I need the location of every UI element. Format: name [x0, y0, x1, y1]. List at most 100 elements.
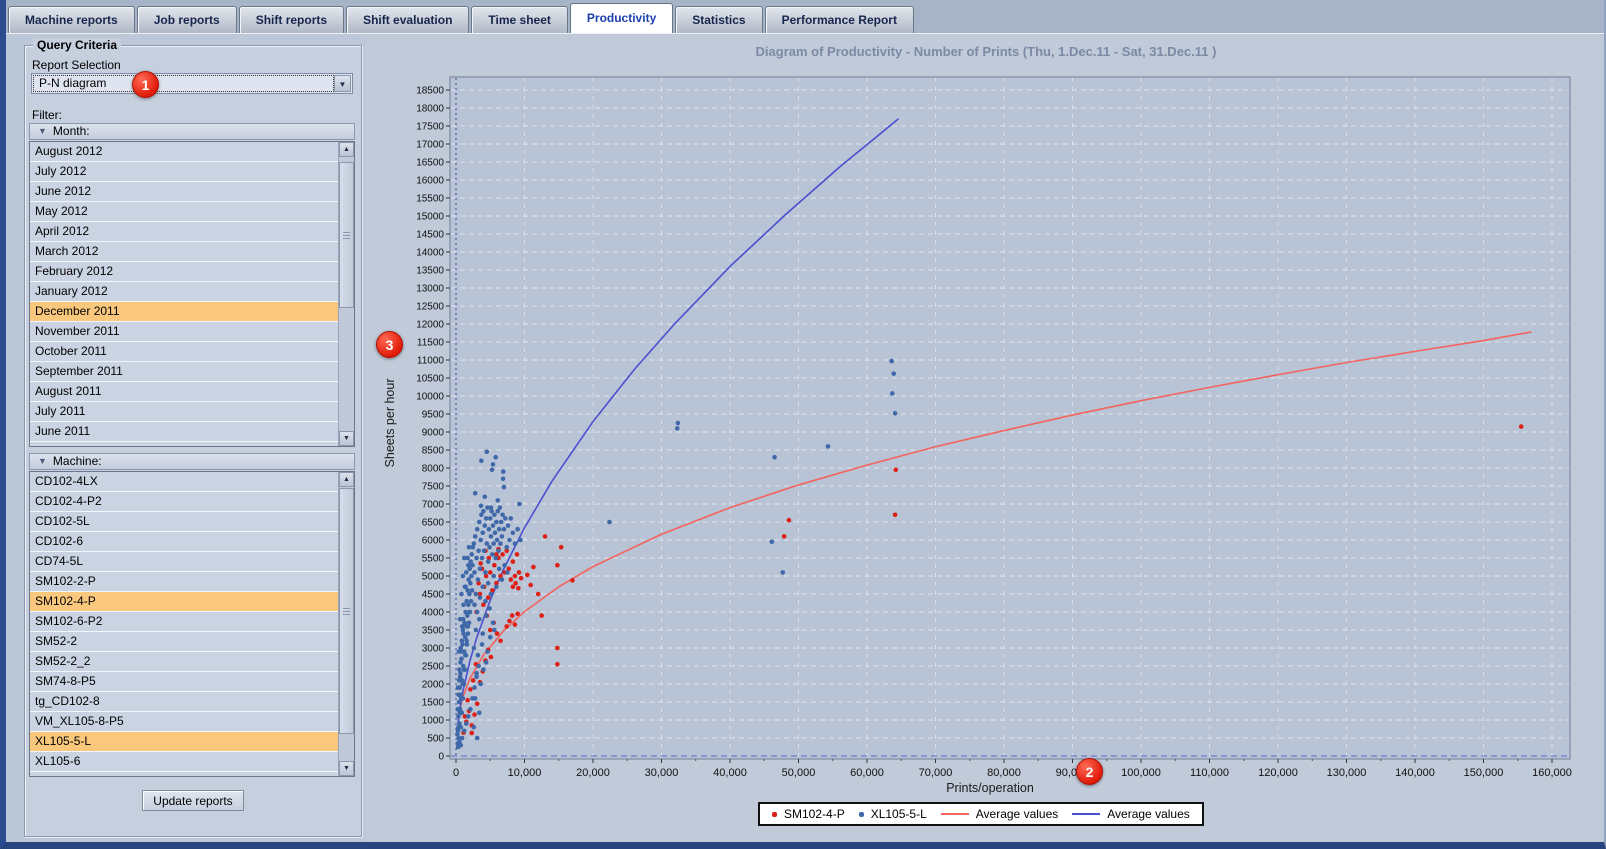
machine-item[interactable]: CD102-4LX [30, 472, 339, 492]
machine-item[interactable]: tg_CD102-8 [30, 692, 339, 712]
scroll-down-arrow-icon[interactable]: ▼ [339, 761, 354, 776]
machine-item[interactable]: SM52-2_2 [30, 652, 339, 672]
machine-item[interactable]: CD74-5L [30, 552, 339, 572]
report-selection-value: P-N diagram [33, 75, 334, 92]
machine-listbox: CD102-4LX CD102-4-P2 CD102-5L CD102-6 CD74-5… [29, 471, 355, 777]
tab-time-sheet[interactable]: Time sheet [471, 6, 568, 33]
month-item[interactable]: March 2012 [30, 242, 339, 262]
svg-text:150,000: 150,000 [1464, 767, 1504, 779]
machine-item[interactable]: XL105-6 [30, 752, 339, 772]
svg-text:2500: 2500 [422, 662, 445, 673]
svg-text:17500: 17500 [416, 122, 444, 133]
svg-text:15000: 15000 [416, 212, 444, 223]
svg-text:18500: 18500 [416, 86, 444, 97]
tab-job-reports[interactable]: Job reports [136, 6, 237, 33]
query-criteria-panel: Query Criteria Report Selection P-N diag… [24, 38, 362, 837]
machine-item[interactable]: XL105-5-L [30, 732, 339, 752]
svg-text:15500: 15500 [416, 194, 444, 205]
callout-badge-2: 2 [1076, 758, 1103, 785]
machine-item[interactable]: SM52-2 [30, 632, 339, 652]
svg-text:3000: 3000 [422, 644, 445, 655]
month-item[interactable]: August 2011 [30, 382, 339, 402]
machine-item[interactable]: CD102-6 [30, 532, 339, 552]
svg-text:4000: 4000 [422, 608, 445, 619]
month-item[interactable]: September 2011 [30, 362, 339, 382]
svg-text:9500: 9500 [422, 410, 445, 421]
month-item[interactable]: December 2011 [30, 302, 339, 322]
legend-label: Average values [975, 807, 1059, 821]
svg-text:20,000: 20,000 [576, 767, 610, 779]
svg-text:80,000: 80,000 [987, 767, 1021, 779]
month-item[interactable]: April 2012 [30, 222, 339, 242]
svg-text:11000: 11000 [417, 356, 445, 367]
content-area: Query Criteria Report Selection P-N diag… [6, 33, 1604, 842]
svg-text:100,000: 100,000 [1121, 767, 1161, 779]
machine-item[interactable]: CD102-4-P2 [30, 492, 339, 512]
svg-text:1000: 1000 [422, 716, 445, 727]
svg-text:0: 0 [453, 767, 459, 779]
x-axis-title: Prints/operation [946, 781, 1034, 795]
svg-text:6000: 6000 [422, 536, 445, 547]
month-item[interactable]: October 2011 [30, 342, 339, 362]
tab-shift-evaluation[interactable]: Shift evaluation [346, 6, 470, 33]
tab-performance-report[interactable]: Performance Report [764, 6, 914, 33]
scroll-up-arrow-icon[interactable]: ▲ [339, 472, 354, 487]
month-item[interactable]: February 2012 [30, 262, 339, 282]
svg-text:130,000: 130,000 [1327, 767, 1367, 779]
machine-item[interactable]: SM102-2-P [30, 572, 339, 592]
legend-item: XL105-5-L [858, 807, 927, 821]
chart-panel: 0 500 1000 1500 2000 2500 3000 3500 4000 4500 5000… [366, 35, 1604, 841]
machine-item[interactable]: VM_XL105-8-P5 [30, 712, 339, 732]
svg-text:17000: 17000 [416, 140, 444, 151]
machine-section-header[interactable]: ▼ Machine: [29, 453, 355, 470]
scrollbar-thumb[interactable] [339, 162, 354, 308]
svg-text:8000: 8000 [422, 464, 445, 475]
month-item[interactable]: June 2012 [30, 182, 339, 202]
svg-text:12000: 12000 [416, 320, 444, 331]
month-item[interactable]: June 2011 [30, 422, 339, 442]
tab-machine-reports[interactable]: Machine reports [8, 6, 135, 33]
svg-text:10500: 10500 [416, 374, 444, 385]
legend-item: SM102-4-P [772, 807, 845, 821]
svg-text:8500: 8500 [422, 446, 445, 457]
svg-text:6500: 6500 [422, 518, 445, 529]
month-section-header[interactable]: ▼ Month: [29, 123, 355, 140]
machine-item[interactable]: SM102-6-P2 [30, 612, 339, 632]
month-item[interactable]: November 2011 [30, 322, 339, 342]
tab-shift-reports[interactable]: Shift reports [238, 6, 345, 33]
tab-productivity[interactable]: Productivity [569, 3, 674, 33]
month-item[interactable]: August 2012 [30, 142, 339, 162]
svg-text:140,000: 140,000 [1395, 767, 1435, 779]
report-selection-label: Report Selection [32, 58, 121, 72]
tab-statistics[interactable]: Statistics [675, 6, 763, 33]
month-section-label: Month: [52, 124, 90, 138]
svg-text:18000: 18000 [416, 104, 444, 115]
update-reports-button[interactable]: Update reports [142, 790, 244, 811]
svg-text:7500: 7500 [422, 482, 445, 493]
svg-text:40,000: 40,000 [713, 767, 747, 779]
machine-scrollbar[interactable]: ▲ ▼ [338, 472, 354, 776]
machine-item[interactable]: SM74-8-P5 [30, 672, 339, 692]
window-frame: Machine reports Job reports Shift reports S… [0, 0, 1606, 849]
legend-dot-marker [858, 811, 864, 817]
report-selection-dropdown[interactable]: P-N diagram ▼ [31, 73, 353, 94]
machine-section-label: Machine: [52, 454, 102, 468]
month-item[interactable]: January 2012 [30, 282, 339, 302]
month-item[interactable]: July 2012 [30, 162, 339, 182]
legend-item: Average values [940, 807, 1059, 821]
scroll-down-arrow-icon[interactable]: ▼ [339, 431, 354, 446]
machine-item[interactable]: SM102-4-P [30, 592, 339, 612]
y-axis-title: Sheets per hour [383, 379, 397, 468]
filter-label: Filter: [32, 108, 62, 122]
month-item[interactable]: May 2012 [30, 202, 339, 222]
scroll-up-arrow-icon[interactable]: ▲ [339, 142, 354, 157]
svg-text:500: 500 [427, 734, 444, 745]
machine-item[interactable]: CD102-5L [30, 512, 339, 532]
chevron-down-icon[interactable]: ▼ [334, 75, 351, 92]
scrollbar-thumb[interactable] [339, 488, 354, 734]
svg-text:5500: 5500 [422, 554, 445, 565]
svg-text:120,000: 120,000 [1258, 767, 1298, 779]
month-scrollbar[interactable]: ▲ ▼ [338, 142, 354, 446]
month-item[interactable]: July 2011 [30, 402, 339, 422]
svg-text:16000: 16000 [416, 176, 444, 187]
